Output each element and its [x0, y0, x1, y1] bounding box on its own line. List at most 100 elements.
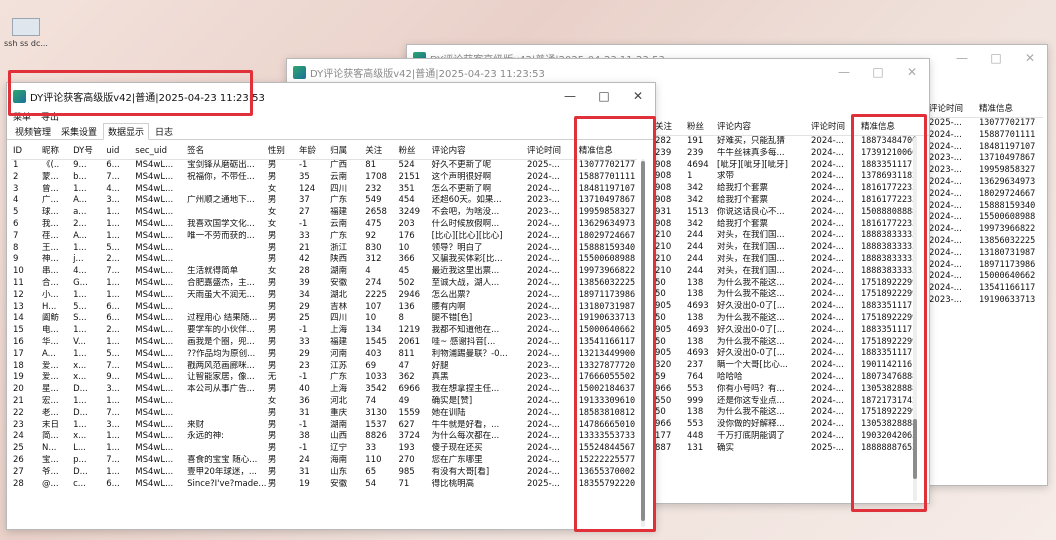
table-cell: D... — [73, 384, 88, 395]
table-row[interactable]: 27 爷... D... 1... MS4wL... 壹甲20年球迷，... 男 31 山东 65… — [11, 467, 637, 479]
column-header[interactable]: ID — [11, 143, 41, 160]
column-header[interactable]: DY号 — [71, 143, 105, 160]
table-row[interactable]: 22 老... D... 7... MS4wL... 男 31 重庆 3130 1559 她在训陆 2… — [11, 408, 637, 420]
table-cell: 21 — [298, 242, 310, 253]
column-header[interactable]: 评论内容 — [715, 119, 809, 136]
tab-video-management[interactable]: 视频管理 — [11, 124, 55, 139]
table-row[interactable]: 4 广... A... 3... MS4wL... 广州顺之通地下... 男 37 广东 549 4… — [11, 195, 637, 207]
table-row[interactable]: 12 小... 1... 1... MS4wL... 天雨虽大不润无... 男 34 湖北 222… — [11, 290, 637, 302]
table-row[interactable]: 2 蒙... b... 7... MS4wL... 祝福你，不带任... 男 35 云南 1708… — [11, 172, 637, 184]
column-header[interactable]: 年龄 — [296, 143, 329, 160]
column-header[interactable]: 关注 — [363, 143, 397, 160]
table-cell: 男 — [267, 478, 277, 489]
close-icon[interactable]: ✕ — [1013, 45, 1047, 71]
close-icon[interactable]: ✕ — [621, 83, 655, 109]
table-cell: 3130 — [365, 407, 387, 418]
table-row[interactable]: 13 H... 5... 6... MS4wL... 男 29 吉林 107 136 腰有内啊 202… — [11, 302, 637, 314]
table-row[interactable]: 7 荏... A... 1... MS4wL... 唯一不劳而获的... 男 33 广东 92 17… — [11, 231, 637, 243]
tab-log[interactable]: 日志 — [151, 124, 177, 139]
table-row[interactable]: 2023-... 19190633713 — [927, 295, 1043, 307]
table-row[interactable]: 2024-... 13629634973 — [927, 177, 1043, 189]
table-row[interactable]: 2024-... 15000640662 — [927, 271, 1043, 283]
table-row[interactable]: 5 球... a... 1... MS4wL... 女 27 福建 2658 3249 不会吧，为啥… — [11, 207, 637, 219]
table-row[interactable]: 9 神... j... 2... MS4wL... 男 42 陕西 312 366 又骗我买体彩[比… — [11, 254, 637, 266]
table-cell: 吉林 — [330, 301, 348, 312]
table-cell: 好腿 — [431, 360, 449, 371]
table-row[interactable]: 8 王... 1... 5... MS4wL... 男 21 浙江 830 10 领导？明白了 202… — [11, 243, 637, 255]
table-row[interactable]: 3 曾... 1... 4... MS4wL... 女 124 四川 232 351 怎么不更新了啊… — [11, 184, 637, 196]
minimize-icon[interactable]: — — [553, 83, 587, 109]
desktop-shortcut[interactable]: ssh ss dc... — [4, 18, 48, 48]
column-header[interactable]: 粉丝 — [396, 143, 430, 160]
table-row[interactable]: 19 爱... x... 9... MS4wL... 让智能家居，像... 无 -1 广东 103… — [11, 372, 637, 384]
table-cell: 4694 — [687, 159, 709, 170]
table-row[interactable]: 2024-... 13856032225 — [927, 236, 1043, 248]
table-row[interactable]: 25 N... L... 1... MS4wL... 男 -1 辽宁 33 193 傻子现在还买 20… — [11, 443, 637, 455]
table-cell: 110 — [365, 454, 382, 465]
table-row[interactable]: 24 简... x... 1... MS4wL... 永远的神: 男 38 山西 8826 3724… — [11, 431, 637, 443]
table-row[interactable]: 2024-... 15500608988 — [927, 212, 1043, 224]
table-row[interactable]: 20 星... D... 3... MS4wL... 本公司从事广告... 男 40 上海 354… — [11, 384, 637, 396]
column-header[interactable]: 归属 — [328, 143, 364, 160]
table-cell: 15500608988 — [979, 212, 1036, 223]
table-row[interactable]: 2024-... 13180731987 — [927, 248, 1043, 260]
minimize-icon[interactable]: — — [827, 59, 861, 85]
column-header[interactable]: 粉丝 — [685, 119, 715, 136]
column-header[interactable]: 昵称 — [40, 143, 72, 160]
table-row[interactable]: 15 电... 1... 2... MS4wL... 要学车的小伙伴... 男 -1 上海 134… — [11, 325, 637, 337]
table-row[interactable]: 2023-... 13710497867 — [927, 153, 1043, 165]
table-cell: 24 — [298, 454, 310, 465]
table-row[interactable]: 2024-... 15888159340 — [927, 201, 1043, 213]
table-cell: 最近我这里出票... — [431, 266, 500, 277]
minimize-icon[interactable]: — — [945, 45, 979, 71]
table-row[interactable]: 2024-... 13541166117 — [927, 283, 1043, 295]
table-cell: 1... — [106, 289, 120, 300]
table-cell: 18481197107 — [979, 141, 1036, 152]
table-cell: ??作品均为原创... — [187, 348, 256, 359]
tab-data-display[interactable]: 数据显示 — [103, 123, 150, 140]
table-row[interactable]: 16 华... V... 1... MS4wL... 画我是个圈，兜... 男 33 福建 154… — [11, 337, 637, 349]
table-row[interactable]: 2024-... 18971173986 — [927, 260, 1043, 272]
maximize-icon[interactable]: □ — [587, 83, 621, 109]
table-row[interactable]: 14 阖鲂 S... 6... MS4wL... 过程用心 结果随... 男 25 四川 10 8 腿… — [11, 313, 637, 325]
column-header[interactable]: 评论内容 — [429, 143, 525, 160]
table-row[interactable]: 17 A... 1... 5... MS4wL... ??作品均为原创... 男 29 河南 40… — [11, 349, 637, 361]
maximize-icon[interactable]: □ — [861, 59, 895, 85]
table-cell: 2024-... — [929, 224, 962, 235]
column-header[interactable]: 评论时间 — [927, 101, 977, 118]
table-cell: 10 — [365, 313, 377, 324]
table-row[interactable]: 1 《(.. 9... 6... MS4wL... 宝剑锋从磨砺出... 男 -1 广西 81 52… — [11, 160, 637, 172]
column-header[interactable]: uid — [104, 143, 134, 160]
table-cell: 13710497867 — [979, 153, 1036, 164]
table-cell: 合... — [42, 277, 59, 288]
table-row[interactable]: 2025-... 13077702177 — [927, 118, 1043, 130]
table-cell: 131 — [687, 442, 704, 453]
table-row[interactable]: 23 末日 1... 3... MS4wL... 来财 男 -1 湖南 1537 627 牛牛就是好看… — [11, 420, 637, 432]
table-cell: 74 — [365, 395, 377, 406]
table-row[interactable]: 2024-... 18481197107 — [927, 142, 1043, 154]
table-row[interactable]: 11 合... G... 1... MS4wL... 合肥嘉盛杰，主... 男 39 安徽 274… — [11, 278, 637, 290]
window-front[interactable]: DY评论获客高级版v42|普通|2025-04-23 11:23:53 — □ … — [6, 82, 656, 530]
table-row[interactable]: 26 宝... p... 7... MS4wL... 喜食的宝宝 随心... 男 24 海南 11… — [11, 455, 637, 467]
column-header[interactable]: 性别 — [265, 143, 297, 160]
table-row[interactable]: 28 @... c... 6... MS4wL... Since?I've?made...… — [11, 479, 637, 491]
tab-collection-settings[interactable]: 采集设置 — [57, 124, 101, 139]
table-row[interactable]: 21 宏... 1... 1... MS4wL... 女 36 河北 74 49 确实是[赞] 202… — [11, 396, 637, 408]
column-header[interactable]: 评论时间 — [524, 143, 577, 160]
table-cell: 2024-... — [526, 325, 560, 336]
table-row[interactable]: 2024-... 19973966822 — [927, 224, 1043, 236]
table-cell: 17 — [13, 348, 24, 359]
table-row[interactable]: 2023-... 19959858327 — [927, 165, 1043, 177]
table-cell: 2024-... — [929, 283, 962, 294]
close-icon[interactable]: ✕ — [895, 59, 929, 85]
table-row[interactable]: 6 我... 2... 1... MS4wL... 我喜欢国学文化... 女 -1 云南 475 2… — [11, 219, 637, 231]
column-header[interactable]: sec_uid — [133, 143, 186, 160]
table-row[interactable]: 18 爱... x... 7... MS4wL... 戳两风范画廊咪... 男 23 江苏 69 4… — [11, 361, 637, 373]
column-header[interactable]: 签名 — [185, 143, 266, 160]
maximize-icon[interactable]: □ — [979, 45, 1013, 71]
column-header[interactable]: 关注 — [653, 119, 685, 136]
table-row[interactable]: 2024-... 15887701111 — [927, 130, 1043, 142]
table-row[interactable]: 2024-... 18029724667 — [927, 189, 1043, 201]
column-header[interactable]: 精准信息 — [977, 101, 1043, 118]
table-row[interactable]: 10 串... 4... 7... MS4wL... 生活就得简单 女 28 湖南 4 45 最近我这… — [11, 266, 637, 278]
